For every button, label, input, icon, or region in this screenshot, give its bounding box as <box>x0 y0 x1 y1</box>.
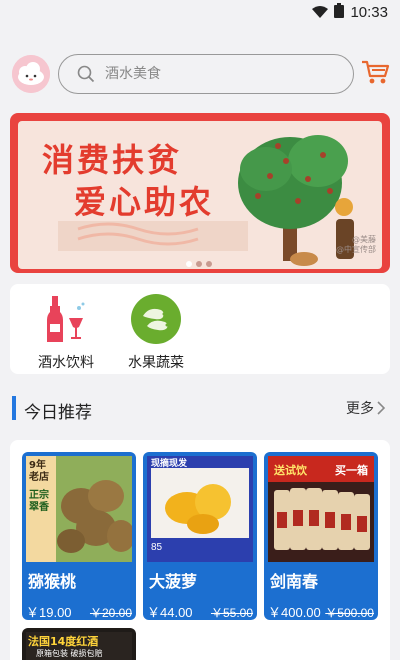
product-badge: 送试饮 <box>274 464 307 477</box>
section-title: 今日推荐 <box>24 403 92 423</box>
banner-pagination <box>186 261 212 267</box>
category-label: 水果蔬菜 <box>128 355 184 371</box>
banner-dot[interactable] <box>196 261 202 267</box>
product-image: 现摘现发 85 <box>147 456 253 562</box>
product-image: 法国14度红酒 原箱包装 破损包赔 <box>26 632 132 660</box>
banner-dot[interactable] <box>186 261 192 267</box>
product-badge: 现摘现发 <box>151 459 188 469</box>
product-old-price: ￥20.00 <box>89 606 132 620</box>
wine-bottle-icon <box>41 294 91 344</box>
product-price: ￥44.00 <box>147 605 193 620</box>
more-link[interactable]: 更多 <box>346 398 386 418</box>
search-icon <box>77 65 95 87</box>
search-input[interactable] <box>105 63 335 85</box>
banner-poster: 消费扶贫 爱心助农 @美藤 @中宣传部 <box>18 121 382 269</box>
product-card[interactable]: 9年老店 正宗翠香 猕猴桃 ￥19.00 ￥20.00 <box>22 452 136 620</box>
header <box>0 48 400 104</box>
status-bar: 10:33 <box>0 0 400 24</box>
avatar[interactable] <box>12 55 50 93</box>
product-old-price: ￥500.00 <box>325 606 374 620</box>
product-badge: 买一箱 <box>335 464 368 477</box>
product-card[interactable]: 法国14度红酒 原箱包装 破损包赔 <box>22 628 136 660</box>
product-subtitle: 原箱包装 破损包赔 <box>36 649 103 658</box>
recommend-section-header: 今日推荐 更多 <box>10 390 390 424</box>
vegetable-icon <box>131 294 181 344</box>
banner-title-line2: 爱心助农 <box>74 183 215 221</box>
category-panel: 酒水饮料 水果蔬菜 <box>10 284 390 374</box>
product-price: ￥400.00 <box>268 605 321 620</box>
product-name: 大菠萝 <box>149 572 198 591</box>
promo-banner[interactable]: 消费扶贫 爱心助农 @美藤 @中宣传部 <box>10 113 390 273</box>
category-label: 酒水饮料 <box>38 355 94 371</box>
chevron-right-icon <box>377 401 386 415</box>
product-name: 猕猴桃 <box>28 572 77 591</box>
product-card[interactable]: 送试饮 买一箱 剑南春 ￥400.00 ￥500.00 <box>264 452 378 620</box>
product-image: 送试饮 买一箱 <box>268 456 374 562</box>
cart-button[interactable] <box>360 58 390 90</box>
product-badge-number: 85 <box>151 542 163 553</box>
search-bar[interactable] <box>58 54 354 94</box>
category-drinks[interactable]: 酒水饮料 <box>18 294 114 371</box>
product-badge: 9年老店 正宗翠香 <box>29 460 49 513</box>
clock: 10:33 <box>350 4 388 21</box>
product-grid: 9年老店 正宗翠香 猕猴桃 ￥19.00 ￥20.00 现摘现发 85 大菠萝 … <box>10 440 390 660</box>
product-price: ￥19.00 <box>26 605 72 620</box>
wifi-icon <box>312 4 329 22</box>
category-produce[interactable]: 水果蔬菜 <box>108 294 204 371</box>
banner-title-line1: 消费扶贫 <box>42 141 183 179</box>
battery-icon <box>334 3 345 22</box>
banner-dot[interactable] <box>206 261 212 267</box>
product-name: 剑南春 <box>270 572 319 591</box>
product-old-price: ￥55.00 <box>210 606 253 620</box>
cart-icon <box>362 60 390 84</box>
banner-watermark: @美藤 @中宣传部 <box>336 235 376 254</box>
cloud-face-avatar <box>12 55 50 93</box>
product-title: 法国14度红酒 <box>28 635 99 648</box>
product-image: 9年老店 正宗翠香 <box>26 456 132 562</box>
product-card[interactable]: 现摘现发 85 大菠萝 ￥44.00 ￥55.00 <box>143 452 257 620</box>
section-accent-bar <box>12 396 16 420</box>
